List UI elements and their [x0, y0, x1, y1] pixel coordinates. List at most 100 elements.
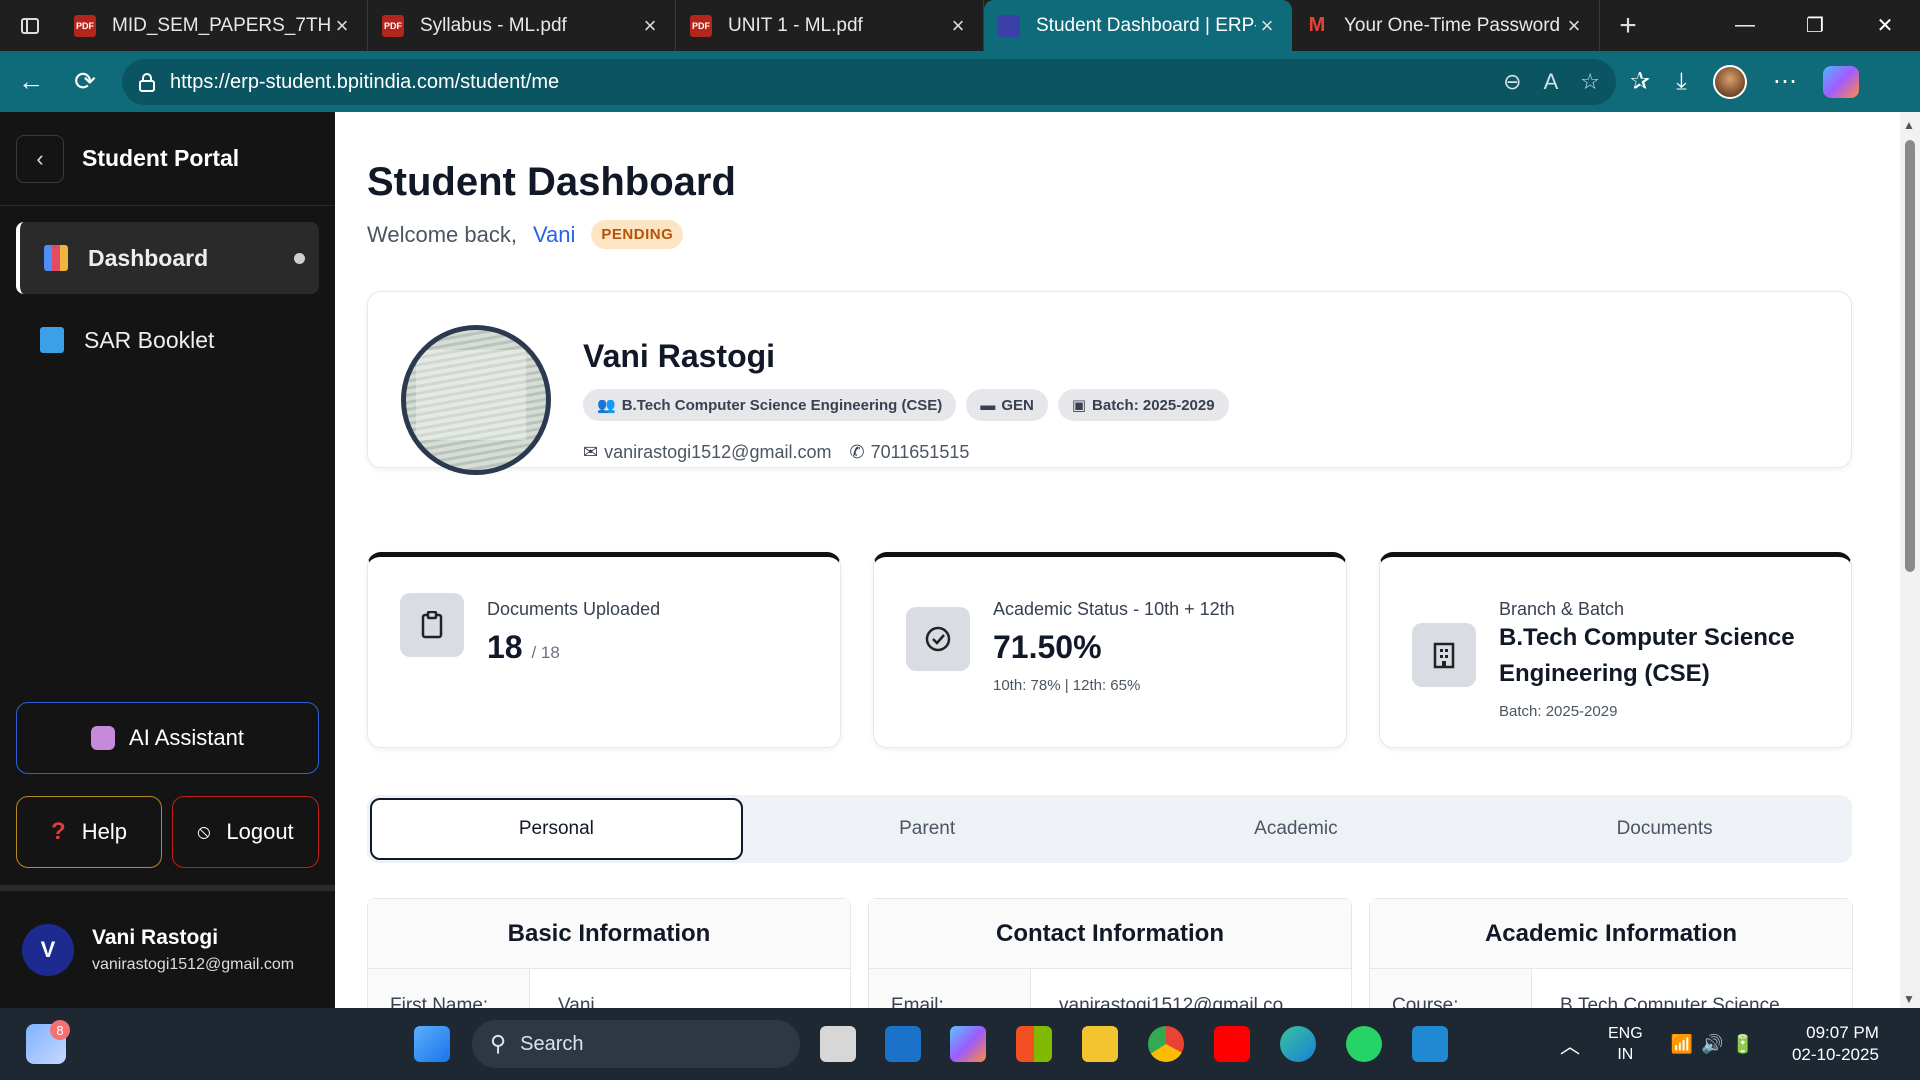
- reload-icon[interactable]: ⟳: [58, 51, 112, 112]
- branch-value: B.Tech Computer Science Engineering (CSE…: [1499, 624, 1795, 687]
- help-button[interactable]: ? Help: [16, 796, 162, 868]
- documents-total: / 18: [531, 643, 560, 662]
- new-tab-button[interactable]: +: [1600, 0, 1656, 51]
- browser-tab[interactable]: M Your One-Time Password ( ×: [1292, 0, 1600, 51]
- vscode-icon[interactable]: [1412, 1026, 1448, 1062]
- url-field[interactable]: https://erp-student.bpitindia.com/studen…: [122, 59, 1616, 105]
- branch-detail: Batch: 2025-2029: [1499, 703, 1618, 720]
- restore-icon[interactable]: ❐: [1780, 0, 1850, 51]
- wifi-icon[interactable]: 📶: [1671, 1034, 1693, 1055]
- volume-icon[interactable]: 🔊: [1701, 1034, 1723, 1055]
- field-label: First Name:: [368, 969, 530, 1008]
- chrome-icon[interactable]: [1148, 1026, 1184, 1062]
- academic-value: 71.50%: [993, 629, 1102, 665]
- ai-assistant-button[interactable]: AI Assistant: [16, 702, 319, 774]
- id-card-icon: ▬: [980, 396, 996, 414]
- task-view-icon[interactable]: [820, 1026, 856, 1062]
- academic-info-title: Academic Information: [1370, 899, 1852, 969]
- scrollbar-thumb[interactable]: [1905, 140, 1915, 572]
- close-window-icon[interactable]: ✕: [1850, 0, 1920, 51]
- scroll-down-icon[interactable]: ▼: [1903, 992, 1915, 1006]
- logout-icon: ⦸: [197, 820, 211, 843]
- edge-icon[interactable]: [1280, 1026, 1316, 1062]
- minimize-icon[interactable]: —: [1710, 0, 1780, 51]
- battery-icon[interactable]: 🔋: [1732, 1034, 1754, 1055]
- pdf-icon: PDF: [382, 14, 404, 37]
- tab-personal[interactable]: Personal: [370, 798, 743, 860]
- robot-icon: [91, 726, 116, 750]
- phone-contact: ✆ 7011651515: [849, 442, 969, 463]
- system-tray: ︿ ENG IN 📶 🔊 🔋 09:07 PM 02-10-2025: [1560, 1008, 1879, 1080]
- file-explorer-icon[interactable]: [1082, 1026, 1118, 1062]
- download-icon[interactable]: ⤓: [1676, 68, 1687, 96]
- tab-actions-icon[interactable]: [0, 0, 60, 51]
- field-value: B.Tech Computer Science: [1560, 995, 1780, 1008]
- contact-info-card: Contact Information Email: vanirastogi15…: [868, 898, 1352, 1008]
- scroll-up-icon[interactable]: ▲: [1903, 118, 1915, 132]
- close-tab-icon[interactable]: ×: [947, 13, 969, 39]
- favorites-icon[interactable]: ✰: [1630, 67, 1650, 96]
- whatsapp-icon[interactable]: [1346, 1026, 1382, 1062]
- profile-avatar-icon[interactable]: [1712, 64, 1747, 99]
- taskbar-search[interactable]: ⚲ Search: [472, 1020, 800, 1068]
- windows-start-icon[interactable]: [414, 1026, 450, 1062]
- zoom-out-icon[interactable]: ⊖: [1503, 69, 1521, 95]
- sidebar-item-sar-booklet[interactable]: SAR Booklet: [16, 304, 319, 376]
- close-tab-icon[interactable]: ×: [1563, 13, 1585, 39]
- contact-info-title: Contact Information: [869, 899, 1351, 969]
- clock[interactable]: 09:07 PM 02-10-2025: [1792, 1022, 1879, 1066]
- tab-parent[interactable]: Parent: [743, 798, 1112, 860]
- store-icon[interactable]: [1016, 1026, 1052, 1062]
- more-menu-icon[interactable]: ⋯: [1773, 67, 1797, 96]
- close-tab-icon[interactable]: ×: [1256, 13, 1278, 39]
- email-text: vanirastogi1512@gmail.com: [604, 442, 832, 462]
- users-icon: 👥: [597, 397, 616, 414]
- course-chip: 👥 B.Tech Computer Science Engineering (C…: [583, 389, 957, 421]
- page-scrollbar[interactable]: ▲ ▼: [1900, 112, 1920, 1008]
- field-label: Email:: [869, 969, 1031, 1008]
- chevron-up-icon[interactable]: ︿: [1560, 1030, 1580, 1059]
- collapse-sidebar-button[interactable]: ‹: [16, 134, 64, 183]
- tab-documents[interactable]: Documents: [1480, 798, 1849, 860]
- browser-tab[interactable]: PDF MID_SEM_PAPERS_7TH_SEM ×: [60, 0, 368, 51]
- copilot-app-icon[interactable]: [950, 1026, 986, 1062]
- user-footer[interactable]: V Vani Rastogi vanirastogi1512@gmail.com: [0, 885, 335, 1008]
- close-tab-icon[interactable]: ×: [639, 13, 661, 39]
- favorite-star-icon[interactable]: ☆: [1580, 69, 1600, 95]
- tab-academic[interactable]: Academic: [1112, 798, 1481, 860]
- pdf-icon: PDF: [690, 14, 712, 37]
- main-content: Student Dashboard Welcome back, Vani PEN…: [335, 112, 1900, 1008]
- branch-label: Branch & Batch: [1499, 599, 1625, 619]
- category-chip-label: GEN: [1001, 396, 1034, 414]
- language-indicator[interactable]: ENG IN: [1608, 1023, 1643, 1065]
- sidebar-item-dashboard[interactable]: Dashboard: [16, 222, 319, 294]
- browser-tab[interactable]: PDF UNIT 1 - ML.pdf ×: [676, 0, 984, 51]
- category-chip: ▬ GEN: [966, 389, 1048, 421]
- copilot-icon[interactable]: [1822, 65, 1859, 98]
- gmail-icon: M: [1308, 14, 1326, 36]
- close-tab-icon[interactable]: ×: [331, 13, 353, 39]
- read-aloud-icon[interactable]: A: [1544, 69, 1559, 95]
- mail-icon: ✉: [583, 442, 599, 462]
- basic-info-card: Basic Information First Name: Vani: [367, 898, 851, 1008]
- profile-name: Vani Rastogi: [583, 338, 776, 374]
- language-code: ENG: [1608, 1025, 1643, 1042]
- logout-label: Logout: [226, 819, 294, 844]
- outlook-icon[interactable]: [885, 1026, 921, 1062]
- welcome-name: Vani: [532, 221, 576, 247]
- browser-tab[interactable]: PDF Syllabus - ML.pdf ×: [368, 0, 676, 51]
- phone-text: 7011651515: [870, 442, 970, 462]
- browser-tab-active[interactable]: Student Dashboard | ERP-S ×: [984, 0, 1292, 51]
- region-code: IN: [1617, 1046, 1634, 1063]
- back-arrow-icon[interactable]: ←: [4, 51, 58, 112]
- book-icon: [40, 327, 64, 353]
- documents-stat-card: Documents Uploaded 18 / 18: [367, 552, 841, 748]
- url-text: https://erp-student.bpitindia.com/studen…: [170, 70, 560, 93]
- welcome-text: Welcome back,: [367, 221, 517, 247]
- notification-badge: 8: [50, 1020, 70, 1040]
- avatar: V: [22, 923, 74, 976]
- youtube-icon[interactable]: [1214, 1026, 1250, 1062]
- logout-button[interactable]: ⦸ Logout: [172, 796, 319, 868]
- building-icon: [1412, 623, 1476, 687]
- tab-label: Student Dashboard | ERP-S: [1036, 14, 1256, 36]
